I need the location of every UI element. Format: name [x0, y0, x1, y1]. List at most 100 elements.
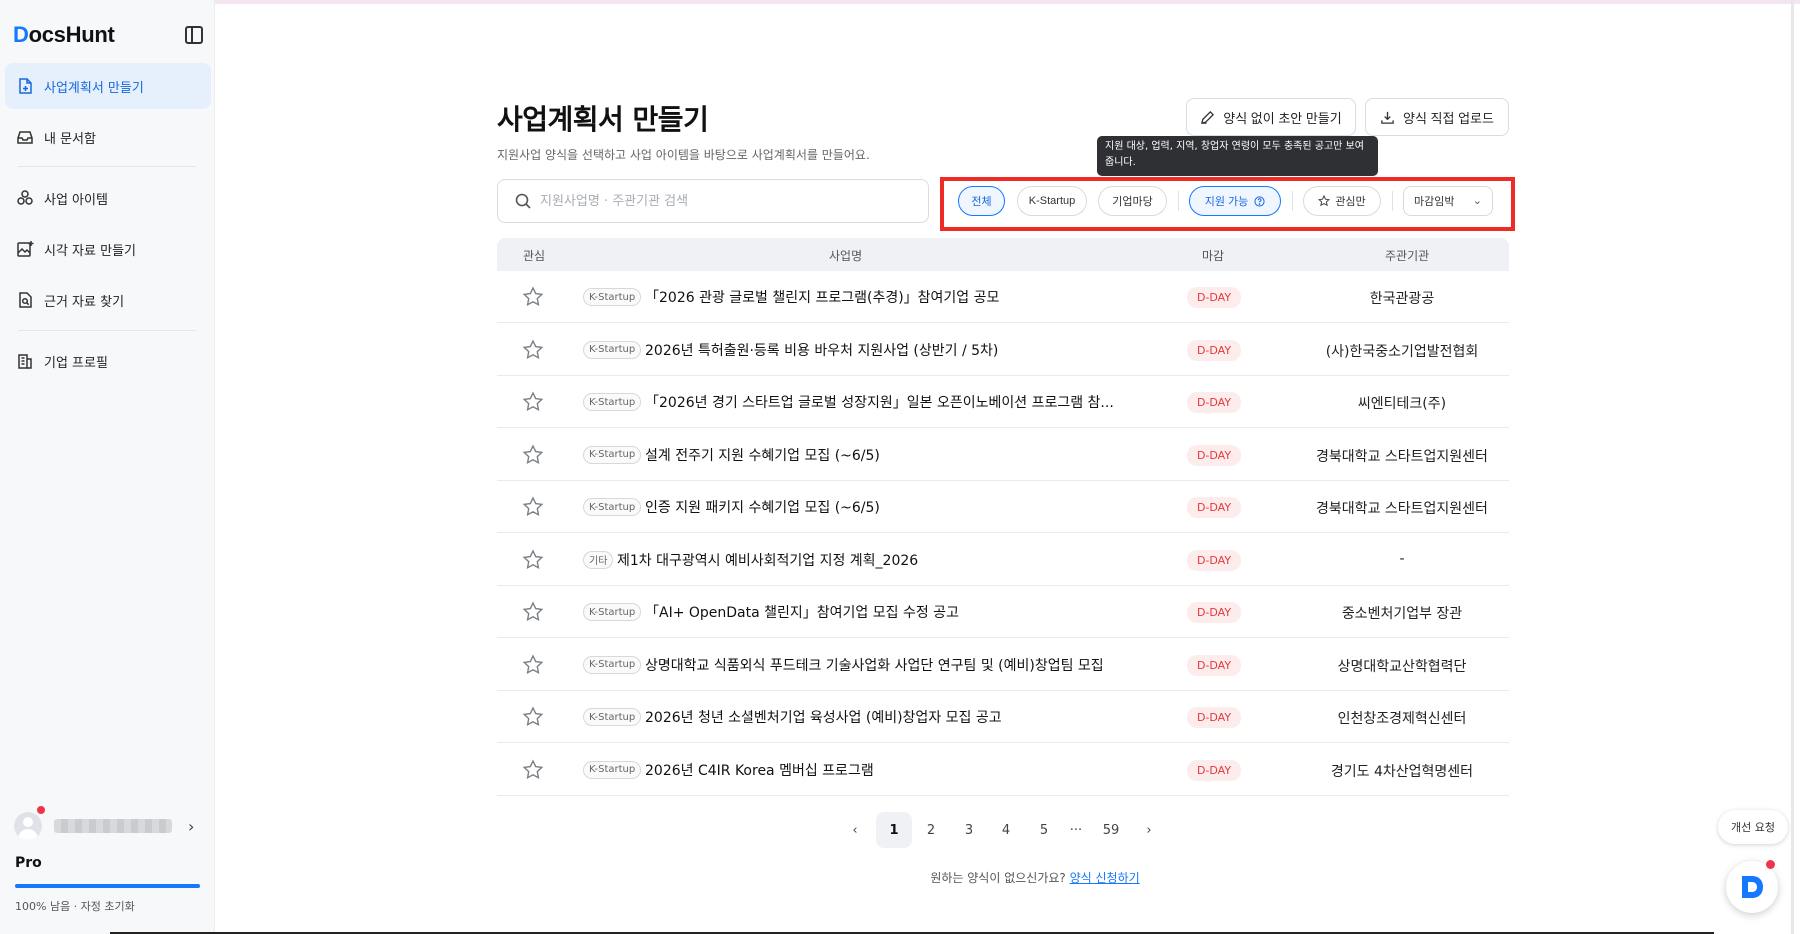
program-title[interactable]: 「AI+ OpenData 챌린지」참여기업 모집 수정 공고	[645, 602, 959, 622]
organizer: 인천창조경제혁신센터	[1337, 711, 1467, 727]
sidebar-item-references[interactable]: 근거 자료 찾기	[5, 277, 211, 323]
table-row[interactable]: 기타 제1차 대구광역시 예비사회적기업 지정 계획_2026 D-DAY -	[497, 534, 1509, 586]
organizer: 경기도 4차산업혁명센터	[1330, 763, 1474, 780]
sidebar-item-label: 기업 프로필	[44, 355, 108, 371]
filter-favorites-label: 관심만	[1335, 196, 1366, 208]
app-logo[interactable]: DocsHunt	[13, 22, 115, 48]
favorite-star-icon[interactable]	[522, 601, 544, 623]
favorite-star-icon[interactable]	[522, 653, 544, 676]
request-template-question: 원하는 양식이 없으신가요?	[930, 871, 1066, 885]
favorite-star-icon[interactable]	[522, 391, 544, 413]
pagination-page-1[interactable]: 1	[876, 812, 912, 848]
sort-dropdown[interactable]: 마감임박 ⌄	[1403, 186, 1493, 216]
sidebar-divider	[18, 166, 196, 167]
col-org: 주관기관	[1385, 249, 1430, 263]
deadline-badge: D-DAY	[1187, 444, 1241, 466]
deadline-badge: D-DAY	[1187, 759, 1241, 781]
source-tag: K-Startup	[583, 288, 642, 306]
help-circle-icon[interactable]	[1254, 195, 1265, 207]
top-border	[0, 0, 1800, 4]
search-input[interactable]	[540, 193, 910, 209]
star-icon	[1318, 195, 1331, 207]
program-title[interactable]: 「2026년 경기 스타트업 글로벌 성장지원」일본 오픈이노베이션 프로그램 …	[645, 392, 1114, 412]
favorite-star-icon[interactable]	[522, 496, 544, 518]
col-name: 사업명	[829, 249, 863, 263]
source-tag: K-Startup	[583, 498, 642, 516]
sidebar-item-visuals[interactable]: 시각 자료 만들기	[5, 226, 211, 272]
table-row[interactable]: K-Startup 인증 지원 패키지 수혜기업 모집 (~6/5) D-DAY 경북…	[497, 481, 1509, 533]
program-title[interactable]: 상명대학교 식품외식 푸드테크 기술사업화 사업단 연구팀 및 (예비)창업팀 …	[645, 655, 1104, 675]
sort-dropdown-value: 마감임박	[1414, 195, 1455, 208]
filter-kstartup[interactable]: K-Startup	[1017, 186, 1087, 216]
filter-eligible[interactable]: 지원 가능	[1189, 186, 1281, 216]
sidebar: DocsHunt 사업계획서 만들기 내 문서함 사업 아이템 시각 자료 만들…	[0, 0, 215, 934]
table-row[interactable]: K-Startup 설계 전주기 지원 수혜기업 모집 (~6/5) D-DAY 경북…	[497, 429, 1509, 481]
chevron-down-icon: ⌄	[1472, 194, 1482, 207]
pencil-icon	[1201, 110, 1215, 124]
upload-button-label: 양식 직접 업로드	[1403, 110, 1494, 126]
chevron-right-icon: ›	[188, 816, 195, 836]
sidebar-item-label: 근거 자료 찾기	[44, 294, 125, 310]
table-row[interactable]: K-Startup 2026년 특허출원·등록 비용 바우처 지원사업 (상반기 …	[497, 324, 1509, 376]
favorite-star-icon[interactable]	[522, 548, 544, 571]
organizer: 중소벤처기업부 장관	[1341, 606, 1463, 622]
plan-status: 100% 남음 · 자정 초기화	[15, 900, 135, 913]
pagination-prev[interactable]: ‹	[837, 812, 873, 848]
filter-bizmadang[interactable]: 기업마당	[1098, 186, 1167, 216]
pagination-ellipsis: ···	[1069, 822, 1083, 838]
sidebar-item-my-docs[interactable]: 내 문서함	[5, 114, 211, 160]
deadline-badge: D-DAY	[1187, 339, 1241, 361]
program-title[interactable]: 설계 전주기 지원 수혜기업 모집 (~6/5)	[645, 445, 880, 465]
program-title[interactable]: 인증 지원 패키지 수혜기업 모집 (~6/5)	[645, 497, 880, 517]
table-row[interactable]: K-Startup 「2026 관광 글로벌 챌린지 프로그램(추경)」참여기업 …	[497, 271, 1509, 323]
sidebar-item-label: 내 문서함	[44, 131, 96, 147]
filter-eligible-label: 지원 가능	[1204, 196, 1249, 208]
table-row[interactable]: K-Startup 2026년 C4IR Korea 멤버십 프로그램 D-DAY 경…	[497, 744, 1509, 796]
search-box[interactable]	[497, 179, 929, 223]
filter-separator	[1392, 191, 1393, 211]
pagination-next[interactable]: ›	[1131, 812, 1167, 848]
pagination-page-3[interactable]: 3	[951, 812, 987, 848]
organizer: -	[1399, 550, 1405, 567]
sidebar-collapse-icon[interactable]	[185, 26, 203, 44]
program-title[interactable]: 「2026 관광 글로벌 챌린지 프로그램(추경)」참여기업 공모	[645, 287, 999, 307]
favorite-star-icon[interactable]	[522, 443, 544, 466]
pagination-page-last[interactable]: 59	[1093, 812, 1129, 848]
sidebar-item-business-plan[interactable]: 사업계획서 만들기	[5, 63, 211, 109]
request-template-link[interactable]: 양식 신청하기	[1070, 871, 1140, 885]
notification-dot	[1766, 860, 1775, 869]
pagination-page-5[interactable]: 5	[1026, 812, 1062, 848]
filter-favorites[interactable]: 관심만	[1303, 186, 1381, 216]
avatar	[14, 812, 42, 840]
favorite-star-icon[interactable]	[522, 706, 544, 728]
program-title[interactable]: 2026년 특허출원·등록 비용 바우처 지원사업 (상반기 / 5차)	[645, 340, 998, 360]
pagination-page-2[interactable]: 2	[913, 812, 949, 848]
table-row[interactable]: K-Startup 「AI+ OpenData 챌린지」참여기업 모집 수정 공고…	[497, 586, 1509, 638]
deadline-badge: D-DAY	[1187, 707, 1241, 728]
user-menu[interactable]: ›	[14, 811, 204, 841]
source-tag: K-Startup	[583, 445, 642, 464]
organizer: 한국관광공	[1369, 291, 1435, 307]
document-search-icon	[16, 291, 34, 309]
table-row[interactable]: K-Startup 2026년 청년 소셜벤처기업 육성사업 (예비)창업자 모집…	[497, 691, 1509, 743]
page-subtitle: 지원사업 양식을 선택하고 사업 아이템을 바탕으로 사업계획서를 만들어요.	[497, 148, 870, 162]
program-title[interactable]: 2026년 C4IR Korea 멤버십 프로그램	[645, 760, 874, 780]
program-title[interactable]: 제1차 대구광역시 예비사회적기업 지정 계획_2026	[617, 550, 918, 570]
table-row[interactable]: K-Startup 「2026년 경기 스타트업 글로벌 성장지원」일본 오픈이노…	[497, 376, 1509, 428]
upload-template-button[interactable]: 양식 직접 업로드	[1365, 98, 1509, 136]
pagination-page-4[interactable]: 4	[988, 812, 1024, 848]
table-row[interactable]: K-Startup 상명대학교 식품외식 푸드테크 기술사업화 사업단 연구팀 및…	[497, 639, 1509, 691]
request-template-prompt: 원하는 양식이 없으신가요? 양식 신청하기	[0, 869, 1800, 886]
building-icon	[16, 352, 34, 370]
user-name-redacted	[54, 819, 172, 833]
scrollbar-track[interactable]	[1791, 0, 1794, 934]
filter-all[interactable]: 전체	[958, 186, 1005, 216]
program-title[interactable]: 2026년 청년 소셜벤처기업 육성사업 (예비)창업자 모집 공고	[645, 707, 1002, 727]
draft-without-template-button[interactable]: 양식 없이 초안 만들기	[1186, 98, 1356, 136]
feedback-button[interactable]: 개선 요청	[1718, 810, 1788, 844]
sidebar-item-business-item[interactable]: 사업 아이템	[5, 175, 211, 221]
favorite-star-icon[interactable]	[522, 758, 544, 781]
favorite-star-icon[interactable]	[522, 286, 544, 308]
sidebar-item-company-profile[interactable]: 기업 프로필	[5, 338, 211, 384]
favorite-star-icon[interactable]	[522, 338, 544, 361]
